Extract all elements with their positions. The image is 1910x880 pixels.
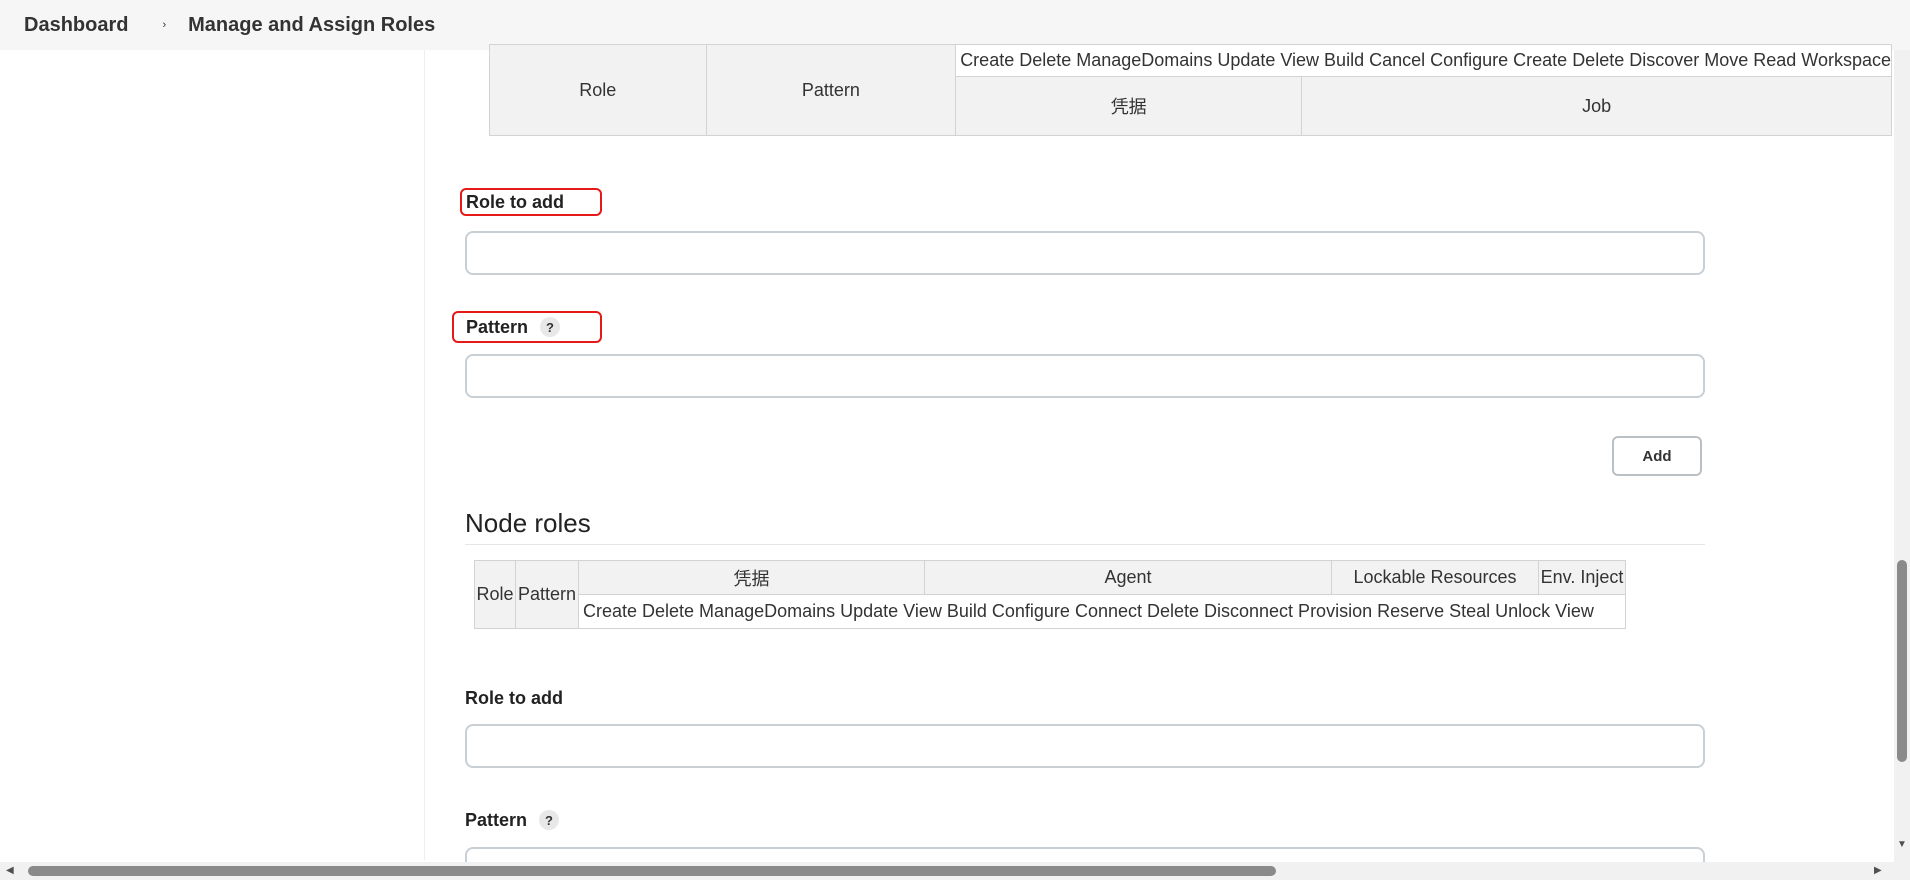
node-role-to-add-input[interactable] — [465, 724, 1705, 768]
section-divider — [465, 544, 1705, 545]
group-header-job: Job — [1301, 76, 1892, 136]
add-button[interactable]: Add — [1612, 436, 1702, 476]
scroll-right-arrow-icon[interactable]: ▶ — [1874, 866, 1882, 876]
node-group-header-env-inject: Env. Inject — [1538, 560, 1626, 595]
node-pattern-label-text: Pattern — [465, 809, 528, 830]
node-pattern-column-header: Pattern — [515, 560, 579, 629]
node-role-column-header: Role — [474, 560, 516, 629]
scroll-down-arrow-icon[interactable]: ▼ — [1897, 840, 1907, 850]
breadcrumb-dashboard-link[interactable]: Dashboard — [24, 14, 128, 37]
pattern-label-text: Pattern — [466, 316, 529, 337]
role-column-header: Role — [489, 44, 707, 136]
node-roles-title: Node roles — [465, 508, 591, 538]
breadcrumb-manage-assign-roles[interactable]: Manage and Assign Roles — [188, 14, 435, 37]
node-group-header-agent: Agent — [924, 560, 1332, 595]
pattern-input[interactable] — [465, 354, 1705, 398]
item-roles-table: Role Pattern Create Delete ManageDomains… — [489, 44, 1892, 136]
pattern-label: Pattern ? — [452, 311, 602, 343]
role-to-add-label-text: Role to add — [466, 191, 564, 212]
scroll-left-arrow-icon[interactable]: ◀ — [6, 866, 14, 876]
node-group-header-lockable-resources: Lockable Resources — [1331, 560, 1539, 595]
breadcrumb-bar: Dashboard › Manage and Assign Roles — [0, 0, 1910, 50]
node-pattern-help-icon[interactable]: ? — [539, 810, 560, 830]
role-to-add-input[interactable] — [465, 231, 1705, 275]
breadcrumb-chevron-icon[interactable]: › — [162, 19, 166, 31]
node-role-to-add-label-text: Role to add — [465, 687, 563, 708]
node-pattern-label: Pattern ? — [465, 806, 560, 834]
pattern-column-header: Pattern — [705, 44, 957, 136]
permission-names-row: Create Delete ManageDomains Update View … — [955, 44, 1892, 77]
node-roles-table: Role Pattern 凭据 Agent Lockable Resources… — [474, 560, 1626, 629]
group-header-credentials: 凭据 — [955, 76, 1303, 136]
node-role-to-add-label: Role to add — [465, 684, 563, 712]
horizontal-scrollbar-thumb[interactable] — [28, 866, 1276, 876]
node-group-header-credentials: 凭据 — [578, 560, 925, 595]
sidebar-divider — [424, 50, 425, 860]
vertical-scrollbar-thumb[interactable] — [1897, 560, 1907, 762]
pattern-help-icon[interactable]: ? — [540, 317, 561, 337]
node-permission-names-row: Create Delete ManageDomains Update View … — [578, 594, 1626, 629]
role-to-add-label: Role to add — [460, 188, 602, 216]
